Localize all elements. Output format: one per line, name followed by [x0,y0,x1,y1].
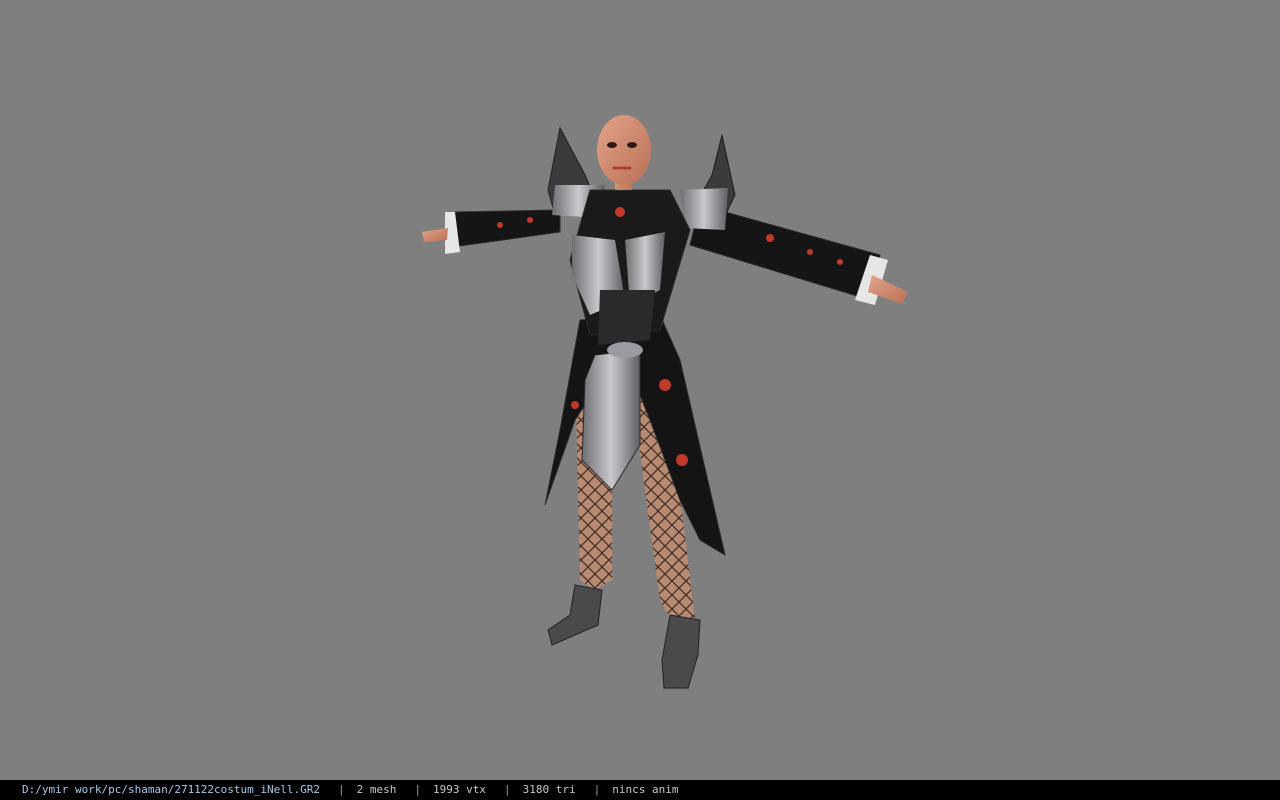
separator: | [593,783,601,796]
vertex-count-label: 1993 vtx [433,783,486,796]
status-bar: D:/ymir work/pc/shaman/271122costum_iNel… [0,780,1280,800]
3d-viewport[interactable] [0,0,1280,780]
file-path-label: D:/ymir work/pc/shaman/271122costum_iNel… [22,783,321,796]
animation-status-label: nincs anim [612,783,679,796]
separator: | [338,783,345,796]
character-model [422,115,908,689]
separator: | [504,783,511,796]
separator: | [414,783,422,796]
left-arm [422,209,561,254]
mesh-count-label: 2 mesh [356,783,397,796]
triangle-count-label: 3180 tri [522,783,576,796]
head [597,115,651,190]
